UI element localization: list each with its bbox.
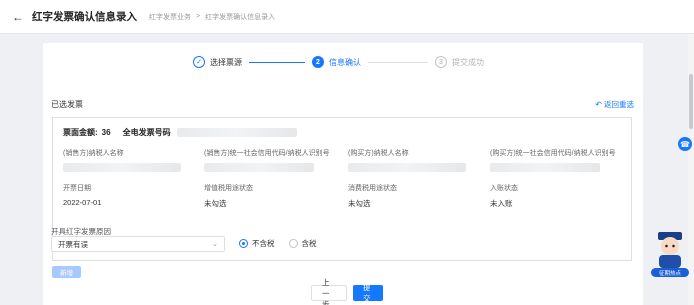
progress-steps: ✓ 选择票源 2 信息确认 3 提交成功 [193, 56, 484, 68]
radio-tax-excluded[interactable]: 不含税 [239, 238, 275, 249]
arrow-left-icon[interactable]: ← [12, 10, 26, 24]
consumption-status-label: 消费税用途状态 [348, 185, 397, 192]
face [661, 237, 679, 255]
breadcrumb-item-current: 红字发票确认信息录入 [205, 13, 276, 21]
seller-id-label: (销售方)统一社会信用代码/纳税人识别号 [204, 150, 330, 157]
step-number: 2 [312, 56, 324, 68]
breadcrumb: 红字发票业务 > 红字发票确认信息录入 [149, 12, 275, 22]
consumption-status-value: 未勾选 [348, 199, 371, 208]
step-label: 提交成功 [452, 57, 484, 67]
return-reselect-label: 返回重选 [604, 100, 634, 109]
previous-step-button[interactable]: 上一步 [311, 278, 347, 305]
check-icon: ✓ [193, 56, 205, 68]
entry-status-value: 未入账 [490, 199, 513, 208]
eye [665, 244, 668, 248]
chevron-down-icon: ⌄ [212, 241, 218, 248]
buyer-id-redacted [490, 163, 600, 172]
page-title: 红字发票确认信息录入 [32, 11, 137, 23]
step-label: 信息确认 [329, 57, 361, 67]
radio-dot [288, 239, 298, 248]
eye [672, 244, 675, 248]
return-reselect-link[interactable]: ↶ 返回重选 [595, 99, 634, 110]
headset-icon[interactable]: ☎ [678, 137, 692, 151]
radio-label: 不含税 [252, 239, 275, 248]
seller-id-redacted [204, 163, 314, 172]
step-number: 3 [435, 56, 447, 68]
main-card: ✓ 选择票源 2 信息确认 3 提交成功 已选发票 ↶ 返回重选 票面金额: 3… [43, 43, 643, 305]
issue-date-value: 2022-07-01 [63, 198, 102, 207]
footer-actions: 上一步 提交 [0, 278, 694, 305]
seller-name-label: (销售方)纳税人名称 [63, 150, 124, 157]
section-title: 已选发票 [51, 100, 83, 109]
reason-select[interactable]: 开票有误 ⌄ [51, 236, 225, 252]
buyer-name-label: (购买方)纳税人名称 [348, 150, 409, 157]
reason-selected-value: 开票有误 [58, 239, 88, 249]
step-submit-success: 3 提交成功 [435, 56, 484, 68]
step-label: 选择票源 [210, 57, 242, 67]
entry-status-label: 入账状态 [490, 185, 518, 192]
submit-button[interactable]: 提交 [353, 283, 383, 303]
step-info-confirm: 2 信息确认 [312, 56, 361, 68]
undo-icon: ↶ [595, 100, 602, 109]
vat-status-label: 增值税用途状态 [204, 185, 253, 192]
buyer-name-redacted [348, 163, 466, 172]
radio-label: 含税 [301, 239, 317, 248]
tax-mode-radio-group: 不含税 含税 [239, 238, 331, 249]
step-select-source: ✓ 选择票源 [193, 56, 242, 68]
scroll-thumb[interactable] [689, 74, 693, 129]
step-connector [249, 61, 305, 63]
step-connector [368, 61, 428, 63]
radio-tax-included[interactable]: 含税 [288, 238, 317, 249]
seller-name-redacted [63, 163, 181, 172]
breadcrumb-item-business[interactable]: 红字发票业务 [149, 12, 191, 22]
page-header: ← 红字发票确认信息录入 红字发票业务 > 红字发票确认信息录入 [0, 0, 694, 34]
add-button[interactable]: 新增 [52, 266, 81, 278]
body [659, 255, 681, 268]
radio-dot [239, 239, 248, 248]
assistant-label[interactable]: 征期热点 [651, 268, 689, 277]
breadcrumb-separator: > [196, 13, 201, 20]
vat-status-value: 未勾选 [204, 199, 227, 208]
buyer-id-label: (购买方)统一社会信用代码/纳税人识别号 [490, 150, 616, 157]
issue-date-label: 开票日期 [63, 185, 91, 192]
